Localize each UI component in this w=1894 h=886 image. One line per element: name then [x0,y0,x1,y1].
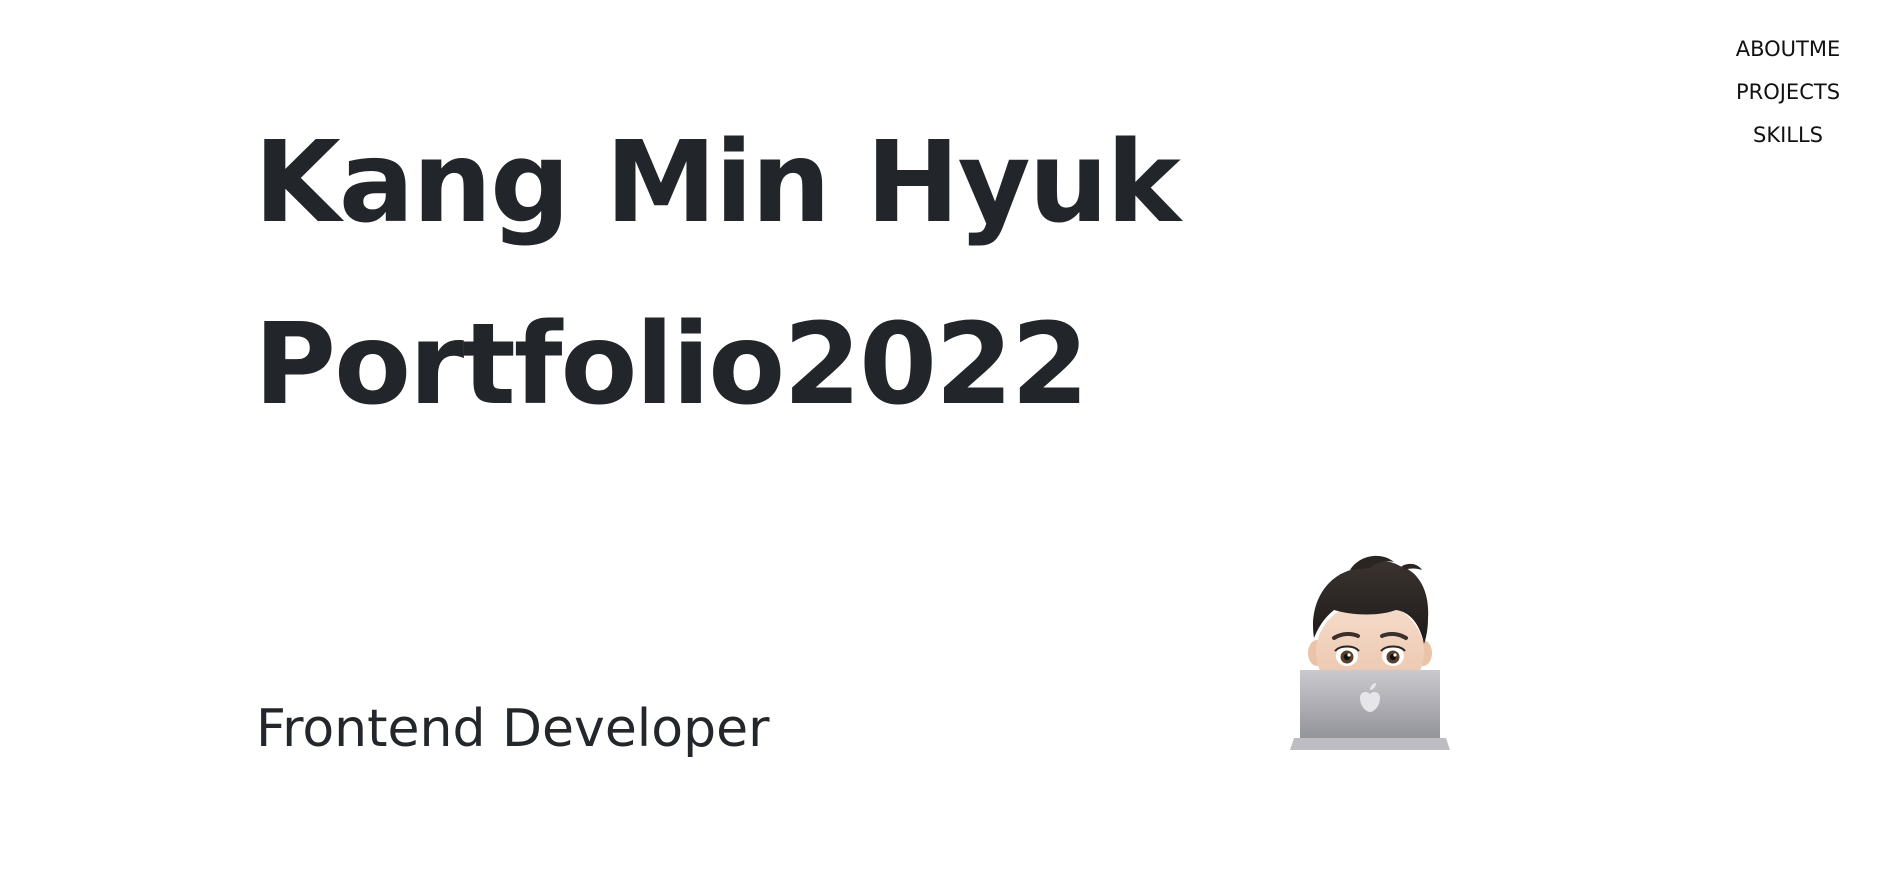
hero-subtitle: Frontend Developer [256,699,770,759]
nav-link-skills[interactable]: SKILLS [1753,114,1823,157]
memoji-developer-laptop-icon [1290,540,1450,750]
hero-title-name: Kang Min Hyuk [254,118,1181,248]
top-nav: ABOUTME PROJECTS SKILLS [1718,28,1858,157]
hero-title-portfolio: Portfolio2022 [254,300,1089,430]
nav-link-projects[interactable]: PROJECTS [1736,71,1840,114]
nav-link-aboutme[interactable]: ABOUTME [1736,28,1841,71]
hero-title: Kang Min Hyuk Portfolio2022 [254,92,1181,456]
